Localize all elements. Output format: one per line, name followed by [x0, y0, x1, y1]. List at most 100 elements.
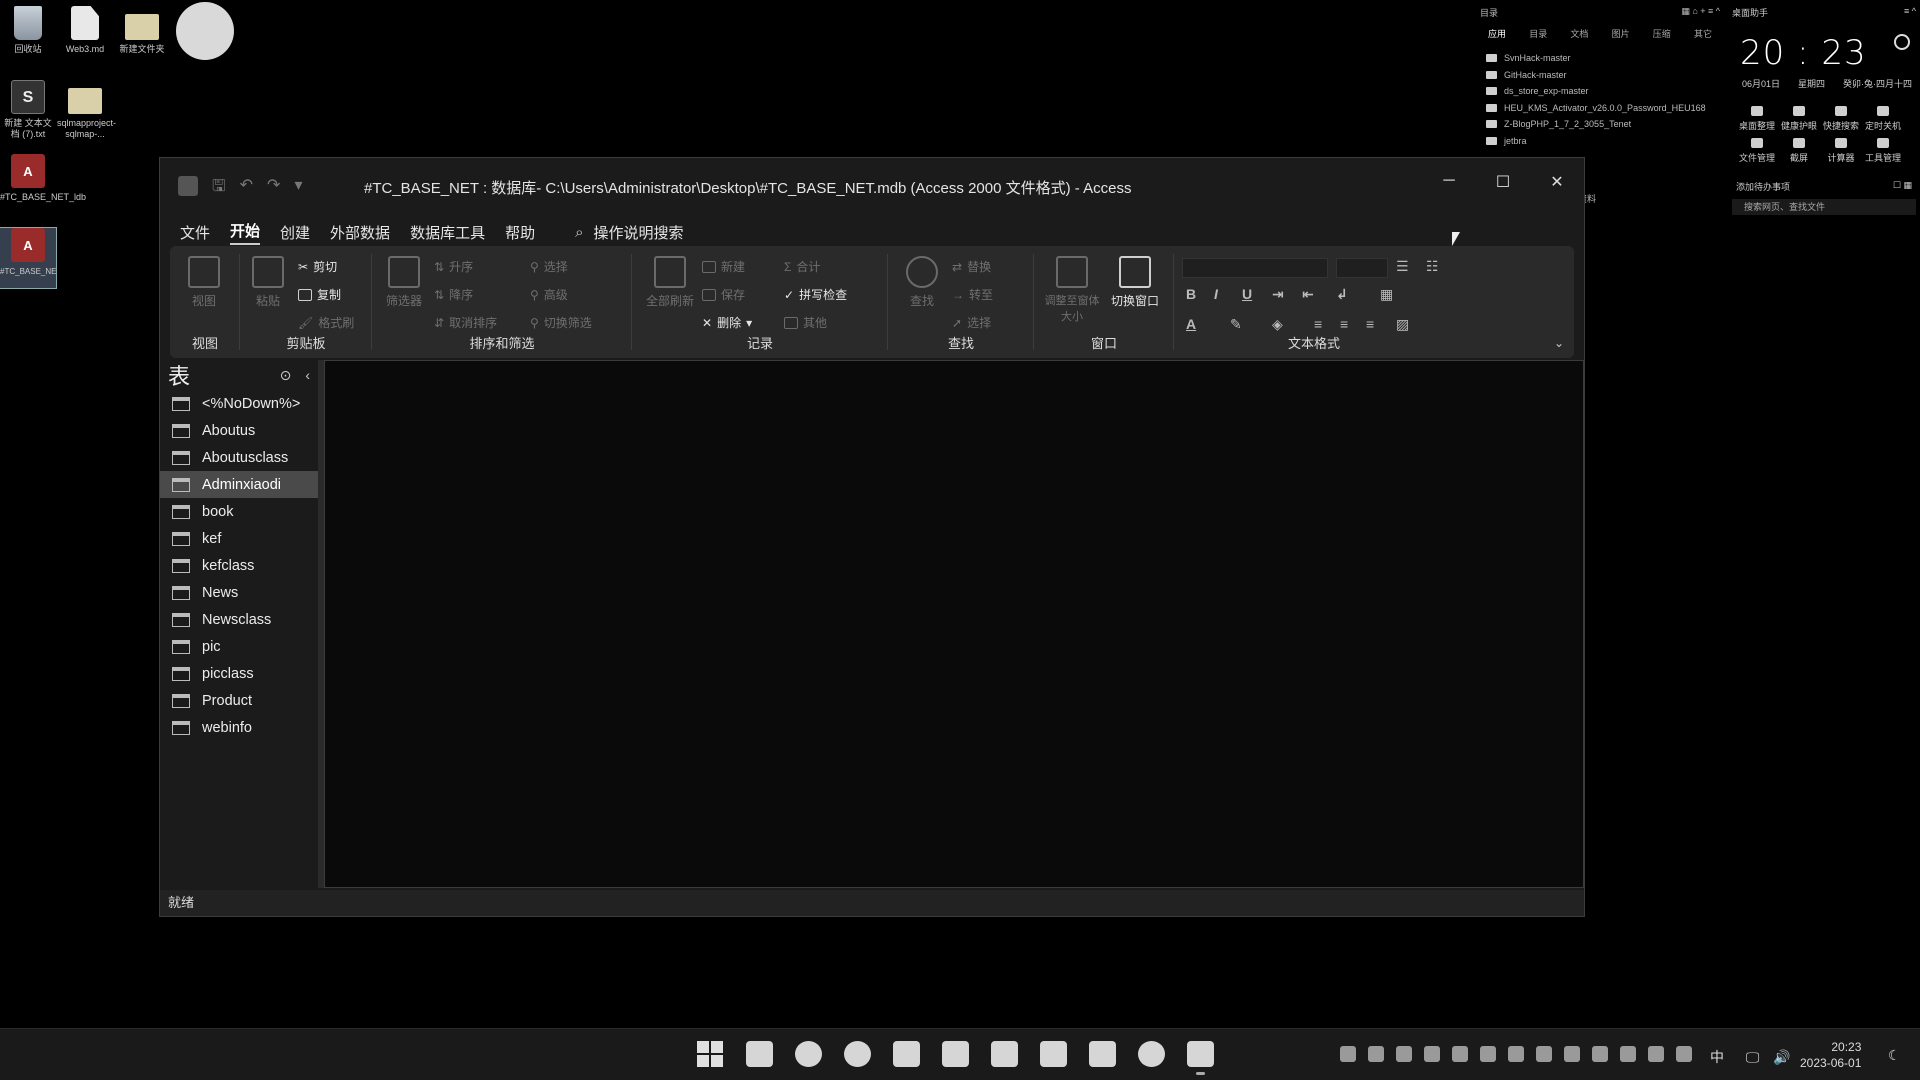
redo-icon[interactable]: ↷ — [267, 175, 280, 202]
fit-window-button[interactable]: 调整至窗体大小 — [1042, 256, 1102, 324]
tray-display-icon[interactable] — [1536, 1046, 1552, 1062]
tray-chat-icon[interactable] — [1564, 1046, 1580, 1062]
title-bar[interactable]: 🖫 ↶ ↷ ▾ #TC_BASE_NET : 数据库- C:\Users\Adm… — [160, 158, 1584, 214]
minimize-button[interactable]: ─ — [1422, 172, 1476, 192]
file-explorer-icon[interactable] — [746, 1041, 773, 1067]
new-record-button[interactable]: 新建 — [702, 258, 745, 275]
notes-app-icon[interactable] — [942, 1041, 969, 1067]
table-item[interactable]: <%NoDown%> — [160, 390, 318, 417]
tray-shield-icon[interactable] — [1396, 1046, 1412, 1062]
bold-icon[interactable]: B — [1186, 286, 1196, 302]
table-item[interactable]: Aboutusclass — [160, 444, 318, 471]
replace-button[interactable]: ⇄ 替换 — [952, 258, 991, 275]
access-taskbar-icon[interactable] — [1187, 1041, 1214, 1075]
align-left-icon[interactable]: ≡ — [1314, 316, 1322, 332]
table-item[interactable]: webinfo — [160, 714, 318, 741]
refresh-all-button[interactable]: 全部刷新 — [642, 256, 698, 309]
tray-usb-icon[interactable] — [1648, 1046, 1664, 1062]
tab-archives[interactable]: 压缩 — [1653, 27, 1671, 40]
task-view-icon[interactable] — [893, 1041, 920, 1067]
goto-button[interactable]: → 转至 — [952, 286, 993, 303]
tool-timed-shutdown[interactable]: 定时关机 — [1862, 106, 1904, 132]
desktop-icon-new-folder[interactable]: 新建文件夹 — [114, 6, 170, 55]
tray-app-icon[interactable] — [1340, 1046, 1356, 1062]
list-item[interactable]: SvnHack-master — [1480, 50, 1720, 67]
widget-layout-icon[interactable]: ☐ ▦ — [1893, 180, 1912, 193]
tab-directory[interactable]: 目录 — [1529, 27, 1547, 40]
totals-button[interactable]: Σ 合计 — [784, 258, 820, 275]
table-item[interactable]: pic — [160, 633, 318, 660]
volume-icon[interactable]: 🔊 — [1773, 1049, 1790, 1065]
tray-settings-icon[interactable] — [1480, 1046, 1496, 1062]
search-icon[interactable]: ⌕ — [575, 224, 583, 241]
remove-sort-button[interactable]: ⇵ 取消排序 — [434, 314, 497, 331]
advanced-filter-button[interactable]: ⚲ 高级 — [530, 286, 568, 303]
access-app-icon[interactable] — [178, 176, 198, 196]
tab-database-tools[interactable]: 数据库工具 — [410, 222, 485, 243]
desktop-icon-text-file[interactable]: S 新建 文本文档 (7).txt — [0, 80, 56, 140]
more-button[interactable]: 其他 — [784, 314, 827, 331]
game-app-icon[interactable] — [1138, 1041, 1165, 1067]
tray-app-icon[interactable] — [1508, 1046, 1524, 1062]
find-button[interactable]: 查找 — [900, 256, 944, 309]
delete-record-button[interactable]: ✕ 删除 ▾ — [702, 314, 752, 331]
taskbar-clock[interactable]: 20:23 2023-06-01 — [1800, 1039, 1861, 1071]
desktop-icon-mdb[interactable]: A #TC_BASE_NET.mdb — [0, 227, 57, 289]
notification-icon[interactable]: ☾ — [1888, 1047, 1901, 1064]
align-right-icon[interactable]: ≡ — [1366, 316, 1374, 332]
select-button[interactable]: ➚ 选择 — [952, 314, 991, 331]
app-icon[interactable] — [991, 1041, 1018, 1067]
list-item[interactable]: jetbra — [1480, 133, 1720, 150]
tray-steam-icon[interactable] — [1592, 1046, 1608, 1062]
tool-screenshot[interactable]: 截屏 — [1778, 138, 1820, 164]
tab-other[interactable]: 其它 — [1694, 27, 1712, 40]
collapse-pane-icon[interactable]: ‹ — [305, 367, 310, 384]
selection-filter-button[interactable]: ⚲ 选择 — [530, 258, 568, 275]
list-item[interactable]: GitHack-master — [1480, 67, 1720, 84]
tray-folder-icon[interactable] — [1452, 1046, 1468, 1062]
table-item[interactable]: Newsclass — [160, 606, 318, 633]
tab-documents[interactable]: 文档 — [1570, 27, 1588, 40]
numbering-icon[interactable]: ☷ — [1426, 258, 1439, 275]
table-item[interactable]: book — [160, 498, 318, 525]
desktop-icon-web3-md[interactable]: Web3.md — [57, 6, 113, 55]
text-direction-icon[interactable]: ↲ — [1336, 286, 1348, 303]
tray-screenshot-icon[interactable] — [1368, 1046, 1384, 1062]
save-icon[interactable]: 🖫 — [212, 175, 226, 202]
table-item[interactable]: Product — [160, 687, 318, 714]
switch-window-button[interactable]: 切换窗口 — [1104, 256, 1166, 309]
table-item[interactable]: News — [160, 579, 318, 606]
notepad-icon[interactable] — [1089, 1041, 1116, 1067]
tool-quick-search[interactable]: 快捷搜索 — [1820, 106, 1862, 132]
font-name-select[interactable] — [1182, 258, 1328, 278]
terminal-icon[interactable] — [1040, 1041, 1067, 1067]
format-painter-button[interactable]: 🖌 格式刷 — [298, 314, 354, 331]
list-item[interactable]: HEU_KMS_Activator_v26.0.0_Password_HEU16… — [1480, 100, 1720, 117]
gridlines-icon[interactable]: ▦ — [1380, 286, 1393, 303]
table-item[interactable]: Aboutus — [160, 417, 318, 444]
bullets-icon[interactable]: ☰ — [1396, 258, 1409, 275]
fill-color-icon[interactable]: ◈ — [1272, 316, 1283, 333]
table-item[interactable]: picclass — [160, 660, 318, 687]
tab-pictures[interactable]: 图片 — [1612, 27, 1630, 40]
sort-ascending-button[interactable]: ⇅ 升序 — [434, 258, 473, 275]
indent-increase-icon[interactable]: ⇥ — [1272, 286, 1284, 303]
tray-cloud-icon[interactable] — [1424, 1046, 1440, 1062]
tool-eye-care[interactable]: 健康护眼 — [1778, 106, 1820, 132]
nav-pane-menu-icon[interactable]: ⊙ — [280, 367, 292, 384]
network-icon[interactable]: 🖵 — [1746, 1049, 1760, 1065]
save-record-button[interactable]: 保存 — [702, 286, 745, 303]
font-color-icon[interactable]: A — [1186, 316, 1196, 332]
edge-browser-icon[interactable] — [795, 1041, 822, 1067]
desktop-circle-widget[interactable] — [176, 2, 234, 60]
customize-qat-icon[interactable]: ▾ — [294, 175, 302, 202]
tab-file[interactable]: 文件 — [180, 222, 210, 243]
desktop-icon-recycle-bin[interactable]: 回收站 — [0, 6, 56, 55]
tray-copy-icon[interactable] — [1620, 1046, 1636, 1062]
widget-controls-icon[interactable]: ▦ ⌂ + ≡ ^ — [1681, 6, 1720, 19]
collapse-ribbon-icon[interactable]: ⌄ — [1554, 336, 1564, 350]
align-center-icon[interactable]: ≡ — [1340, 316, 1348, 332]
chrome-browser-icon[interactable] — [844, 1041, 871, 1067]
tab-create[interactable]: 创建 — [280, 222, 310, 243]
tab-apps[interactable]: 应用 — [1488, 27, 1506, 40]
